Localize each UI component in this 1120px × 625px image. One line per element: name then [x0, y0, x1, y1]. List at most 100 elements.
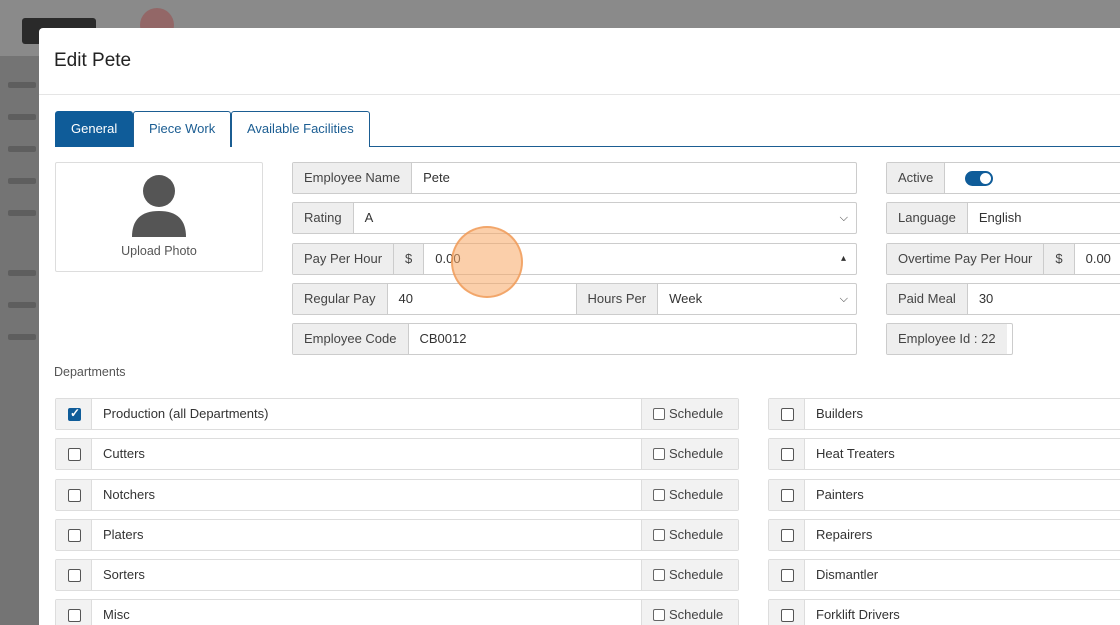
department-checkbox-cell: [56, 439, 92, 469]
department-checkbox[interactable]: [68, 406, 81, 421]
employee-name-input[interactable]: Pete: [412, 163, 856, 193]
schedule-checkbox[interactable]: [653, 448, 665, 460]
schedule-cell: Schedule: [641, 520, 738, 550]
department-checkbox[interactable]: [68, 569, 81, 582]
department-row: Notchers Schedule: [55, 479, 739, 511]
pay-per-hour-label: Pay Per Hour: [293, 244, 395, 274]
department-checkbox-cell: [56, 399, 92, 429]
modal-header: Edit Pete: [39, 28, 1120, 95]
department-name: Misc: [103, 607, 130, 622]
pay-per-hour-value: 0.00: [435, 251, 461, 266]
department-checkbox[interactable]: [781, 609, 794, 622]
tab-piece-work[interactable]: Piece Work: [133, 111, 232, 147]
active-toggle[interactable]: [965, 171, 994, 186]
overtime-pay-group: Overtime Pay Per Hour $ 0.00: [886, 243, 1120, 275]
department-row: Misc Schedule: [55, 599, 739, 625]
employee-id-group: Employee Id : 22: [886, 323, 1013, 355]
department-checkbox-cell: [769, 439, 805, 469]
department-row: Dismantler: [768, 559, 1120, 591]
overtime-pay-input[interactable]: 0.00: [1075, 244, 1120, 274]
schedule-cell: Schedule: [641, 439, 738, 469]
schedule-cell: Schedule: [641, 480, 738, 510]
paid-meal-group: Paid Meal 30: [886, 283, 1120, 315]
department-name: Painters: [816, 487, 864, 502]
background-sidebar-item: [8, 302, 36, 308]
department-checkbox[interactable]: [781, 408, 794, 421]
upload-photo-label: Upload Photo: [121, 244, 197, 258]
tab-general[interactable]: General: [55, 111, 134, 147]
department-checkbox[interactable]: [68, 489, 81, 502]
department-checkbox[interactable]: [68, 448, 81, 461]
department-row: Painters: [768, 479, 1120, 511]
employee-code-label: Employee Code: [293, 324, 409, 354]
department-row: Repairers: [768, 519, 1120, 551]
schedule-label: Schedule: [669, 527, 724, 542]
department-row: Production (all Departments) Schedule: [55, 398, 739, 430]
department-checkbox-cell: [56, 480, 92, 510]
rating-group: Rating A ⌵: [292, 202, 857, 234]
background-sidebar-item: [8, 210, 36, 216]
department-name: Platers: [103, 527, 144, 542]
department-checkbox-cell: [769, 480, 805, 510]
background-sidebar-item: [8, 146, 36, 152]
background-sidebar: [0, 56, 40, 625]
employee-code-input[interactable]: CB0012: [409, 324, 857, 354]
schedule-checkbox[interactable]: [653, 529, 665, 541]
department-checkbox[interactable]: [781, 529, 794, 542]
regular-pay-input[interactable]: 40: [388, 284, 576, 314]
overtime-currency-symbol: $: [1044, 244, 1075, 274]
currency-symbol: $: [394, 244, 425, 274]
overtime-pay-label: Overtime Pay Per Hour: [887, 244, 1045, 274]
department-name: Cutters: [103, 446, 145, 461]
department-row: Platers Schedule: [55, 519, 739, 551]
department-checkbox-cell: [769, 520, 805, 550]
schedule-checkbox[interactable]: [653, 408, 665, 420]
department-checkbox-cell: [56, 520, 92, 550]
department-name: Heat Treaters: [816, 446, 895, 461]
department-row: Forklift Drivers: [768, 599, 1120, 625]
regular-pay-label: Regular Pay: [293, 284, 388, 314]
department-checkbox[interactable]: [781, 489, 794, 502]
department-checkbox[interactable]: [781, 569, 794, 582]
paid-meal-input[interactable]: 30: [968, 284, 1120, 314]
active-label: Active: [887, 163, 946, 193]
schedule-label: Schedule: [669, 487, 724, 502]
modal-title: Edit Pete: [54, 50, 132, 71]
schedule-checkbox[interactable]: [653, 569, 665, 581]
department-checkbox[interactable]: [68, 529, 81, 542]
schedule-label: Schedule: [669, 567, 724, 582]
background-sidebar-item: [8, 178, 36, 184]
background-sidebar-item: [8, 114, 36, 120]
rating-select[interactable]: A ⌵: [354, 203, 856, 233]
spinner-icon[interactable]: ▴: [841, 244, 846, 274]
schedule-label: Schedule: [669, 607, 724, 622]
paid-meal-label: Paid Meal: [887, 284, 968, 314]
background-sidebar-item: [8, 270, 36, 276]
hours-per-select[interactable]: Week ⌵: [658, 284, 856, 314]
department-name: Dismantler: [816, 567, 879, 582]
pay-per-hour-group: Pay Per Hour $ 0.00 ▴: [292, 243, 857, 275]
hours-per-value: Week: [669, 291, 703, 306]
department-checkbox[interactable]: [68, 609, 81, 622]
active-group: Active: [886, 162, 1120, 194]
schedule-checkbox[interactable]: [653, 609, 665, 621]
employee-code-group: Employee Code CB0012: [292, 323, 857, 355]
department-row: Sorters Schedule: [55, 559, 739, 591]
tab-bar: General Piece Work Available Facilities: [55, 111, 1120, 147]
schedule-cell: Schedule: [641, 560, 738, 590]
user-silhouette-icon: [132, 175, 186, 237]
departments-heading: Departments: [54, 365, 126, 379]
department-checkbox[interactable]: [781, 448, 794, 461]
pay-per-hour-input[interactable]: 0.00 ▴: [424, 244, 856, 274]
active-toggle-cell: [945, 163, 1120, 193]
upload-photo-button[interactable]: Upload Photo: [55, 162, 263, 272]
tab-available-facilities[interactable]: Available Facilities: [231, 111, 370, 147]
rating-value: A: [364, 210, 374, 225]
department-checkbox-cell: [56, 600, 92, 625]
department-name: Sorters: [103, 567, 145, 582]
language-select[interactable]: English: [968, 203, 1120, 233]
employee-id-label: Employee Id : 22: [887, 324, 1007, 354]
background-sidebar-item: [8, 334, 36, 340]
schedule-checkbox[interactable]: [653, 489, 665, 501]
regular-pay-group: Regular Pay 40 Hours Per Week ⌵: [292, 283, 857, 315]
